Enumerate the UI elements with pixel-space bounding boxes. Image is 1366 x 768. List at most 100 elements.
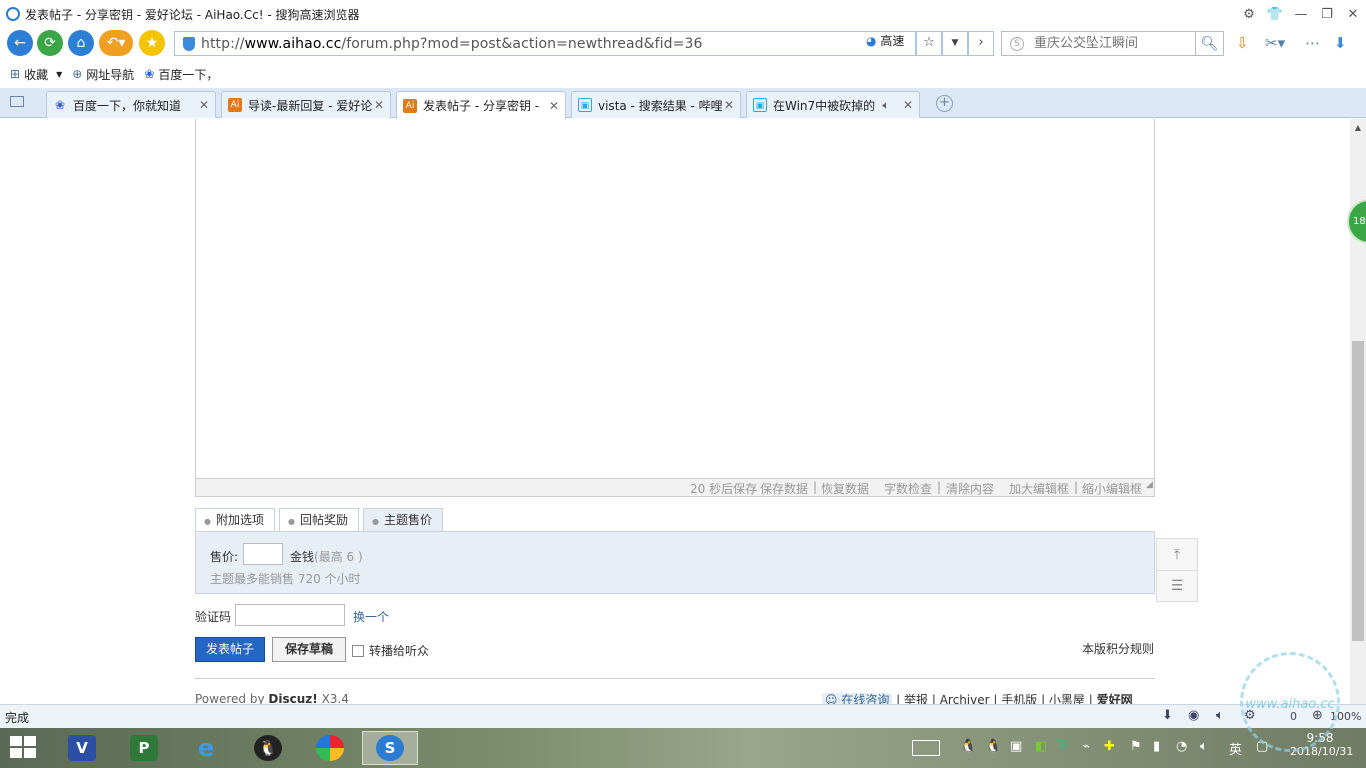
bilibili-icon: ▣ [753, 98, 767, 112]
usb-tray-icon[interactable]: ⌁ [1082, 739, 1090, 754]
speed-mode-toggle[interactable]: ◕ 高速 [866, 32, 904, 49]
ie-app-icon[interactable]: e [178, 731, 234, 765]
credit-rules-link[interactable]: 本版积分规则 [1082, 640, 1154, 657]
security-tray-icon[interactable]: ⛨ [1058, 739, 1068, 754]
relay-checkbox[interactable] [352, 644, 364, 657]
bookmark-star-icon[interactable]: ☆ [916, 31, 942, 56]
sidebar-download-icon[interactable]: ⬇ [1334, 34, 1347, 52]
save-data-link[interactable]: 保存数据 [760, 480, 808, 497]
tab-bilibili-search[interactable]: ▣ vista - 搜索结果 - 哔哩 ✕ [571, 91, 741, 118]
visio-app-icon[interactable]: V [54, 731, 110, 765]
resize-handle-icon[interactable]: ◢ [1146, 480, 1153, 490]
enlarge-editor-link[interactable]: 加大编辑框 [1009, 480, 1069, 497]
search-button[interactable]: 🔍︎ [1196, 31, 1224, 56]
bookmark-favorites[interactable]: ⊞ 收藏 ▼ [10, 66, 62, 83]
project-app-icon[interactable]: P [116, 731, 172, 765]
captcha-input[interactable] [235, 604, 345, 626]
volume-icon[interactable]: 🔈︎ [1216, 708, 1224, 723]
bookmark-baidu[interactable]: ❀ 百度一下， [144, 66, 218, 83]
restore-data-link[interactable]: 恢复数据 [821, 480, 869, 497]
qq-tray-icon[interactable]: 🐧 [960, 739, 976, 754]
tab-audio-icon[interactable]: 🔈︎ [875, 98, 897, 113]
refresh-icon[interactable]: ⟳ [37, 30, 63, 56]
tab-list-icon[interactable] [10, 96, 24, 107]
wifi-tray-icon[interactable]: ◔ [1176, 739, 1187, 754]
captcha-change-link[interactable]: 换一个 [353, 608, 389, 625]
search-box[interactable]: S [1001, 31, 1196, 56]
list-icon[interactable]: ☰ [1157, 570, 1197, 601]
favorites-dropdown-icon[interactable]: ▼ [56, 70, 62, 79]
eye-protect-icon[interactable]: ◉ [1188, 708, 1199, 723]
tab-reply-reward[interactable]: ● 回帖奖励 [279, 508, 359, 532]
scroll-up-icon[interactable]: ▲ [1350, 119, 1366, 136]
qq-app-icon[interactable]: 🐧 [240, 731, 296, 765]
volume-tray-icon[interactable]: 🔈︎ [1200, 739, 1208, 754]
keyboard-icon[interactable] [912, 740, 940, 756]
footer-blackroom[interactable]: 小黑屋 [1049, 693, 1085, 704]
autosave-text: 20 秒后保存 [690, 482, 758, 496]
nvidia-tray-icon[interactable]: ◧ [1035, 739, 1047, 754]
display-tray-icon[interactable]: ▣ [1010, 739, 1022, 754]
back-to-top-icon[interactable]: ⤒ [1157, 539, 1197, 570]
close-tab-icon[interactable]: ✕ [372, 98, 386, 112]
save-draft-button[interactable]: 保存草稿 [272, 637, 346, 662]
back-icon[interactable]: ← [7, 30, 33, 56]
close-tab-icon[interactable]: ✕ [722, 98, 736, 112]
word-check-link[interactable]: 字数检查 [884, 480, 932, 497]
undo-close-icon[interactable]: ↶▾ [99, 30, 133, 56]
search-input[interactable] [1034, 36, 1184, 51]
more-menu-icon[interactable]: ⋯ [1305, 34, 1320, 52]
sogou-browser-taskbar-icon[interactable]: S [362, 731, 418, 765]
aihao-watermark: www.aihao.cc [1240, 652, 1340, 752]
submit-post-button[interactable]: 发表帖子 [195, 637, 265, 662]
url-dropdown-icon[interactable]: ▼ [942, 31, 968, 56]
close-tab-icon[interactable]: ✕ [197, 98, 211, 112]
tab-win7-video[interactable]: ▣ 在Win7中被砍掉的 🔈︎ ✕ [746, 91, 920, 118]
footer-online-consult[interactable]: ☺ 在线咨询 [822, 693, 893, 704]
address-bar[interactable]: http://www.aihao.cc/forum.php?mod=post&a… [174, 31, 916, 56]
editor-status-bar: 20 秒后保存 保存数据 | 恢复数据 字数检查 | 清除内容 加大编辑框 | … [195, 478, 1155, 497]
footer-aihao[interactable]: 爱好网 [1097, 693, 1133, 704]
tools-icon[interactable]: ✂▾ [1265, 34, 1285, 52]
settings-icon[interactable]: ⚙ [1236, 7, 1262, 22]
footer-divider [195, 678, 1155, 679]
close-button[interactable]: ✕ [1340, 7, 1366, 22]
tab-extra-options[interactable]: ● 附加选项 [195, 508, 275, 532]
minimize-button[interactable]: — [1288, 7, 1314, 22]
shrink-editor-link[interactable]: 缩小编辑框 [1082, 480, 1142, 497]
new-tab-button[interactable]: + [936, 95, 953, 112]
plus-tray-icon[interactable]: ✚ [1104, 739, 1115, 754]
download-icon[interactable]: ⇩ [1236, 34, 1249, 52]
ime-indicator[interactable]: 英 [1229, 739, 1242, 758]
go-forward-icon[interactable]: › [968, 31, 994, 56]
clear-content-link[interactable]: 清除内容 [946, 480, 994, 497]
footer-archiver[interactable]: Archiver [940, 693, 990, 704]
flag-tray-icon[interactable]: ⚑ [1130, 739, 1142, 754]
scroll-thumb[interactable] [1352, 341, 1364, 641]
close-tab-icon[interactable]: ✕ [901, 98, 915, 112]
tab-baidu[interactable]: ❀ 百度一下，你就知道 ✕ [46, 91, 216, 118]
footer-report[interactable]: 举报 [904, 693, 928, 704]
footer-mobile[interactable]: 手机版 [1001, 693, 1037, 704]
windows-start-icon[interactable] [10, 736, 38, 760]
battery-tray-icon[interactable]: ▮ [1153, 739, 1160, 754]
download-status-icon[interactable]: ⬇ [1162, 708, 1173, 723]
chrome-like-app-icon[interactable] [302, 731, 358, 765]
tab-thread-price[interactable]: ● 主题售价 [363, 508, 443, 532]
bookmark-site-nav[interactable]: ⊕ 网址导航 [72, 66, 134, 83]
discuz-link[interactable]: Discuz! [268, 692, 317, 704]
close-tab-icon[interactable]: ✕ [547, 99, 561, 113]
tab-post-thread[interactable]: Ai 发表帖子 - 分享密钥 - ✕ [396, 91, 566, 119]
skin-icon[interactable]: 👕 [1262, 7, 1288, 22]
qq-tray-icon-2[interactable]: 🐧 [985, 739, 1001, 754]
globe-icon: ⊕ [72, 67, 83, 81]
status-bar: 完成 ⬇ ◉ 🔈︎ ⚙ 0 ⊕ 100% [0, 704, 1366, 728]
tab-aihao-guide[interactable]: Ai 导读-最新回复 - 爱好论 ✕ [221, 91, 391, 118]
url-text[interactable]: http://www.aihao.cc/forum.php?mod=post&a… [201, 36, 703, 52]
price-input[interactable] [243, 543, 283, 565]
restore-button[interactable]: ❐ [1314, 7, 1340, 22]
post-editor-area[interactable] [195, 119, 1155, 497]
relay-to-listeners[interactable]: 转播给听众 [352, 642, 429, 659]
home-icon[interactable]: ⌂ [68, 30, 94, 56]
favorite-star-icon[interactable]: ★ [139, 30, 165, 56]
